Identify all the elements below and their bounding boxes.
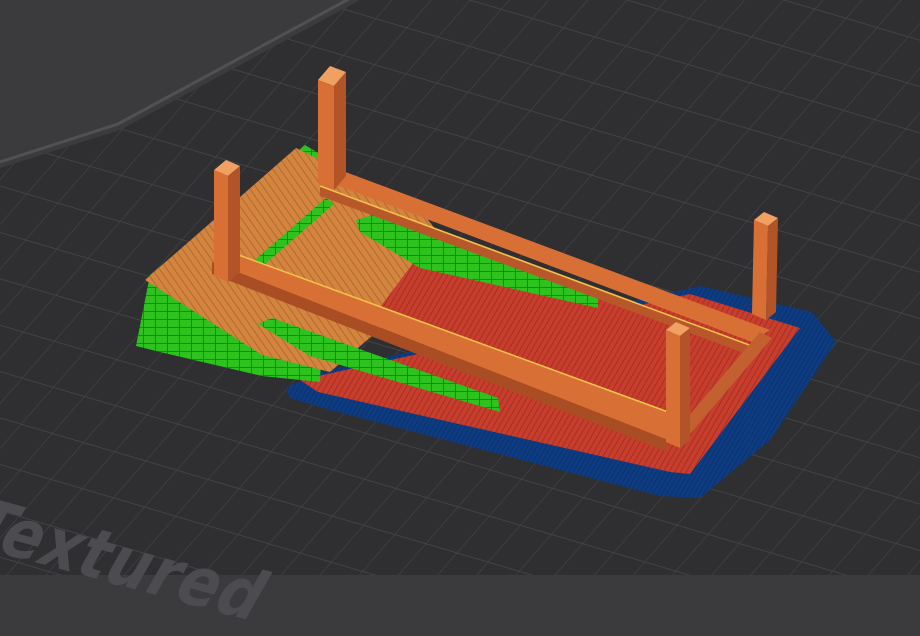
print-preview-scene[interactable] bbox=[0, 0, 920, 575]
3d-viewport[interactable]: Textured bbox=[0, 0, 920, 636]
post-front-left bbox=[214, 160, 240, 282]
post-back-left bbox=[318, 66, 346, 190]
post-front-right bbox=[666, 322, 690, 448]
post-back-right bbox=[752, 212, 778, 320]
